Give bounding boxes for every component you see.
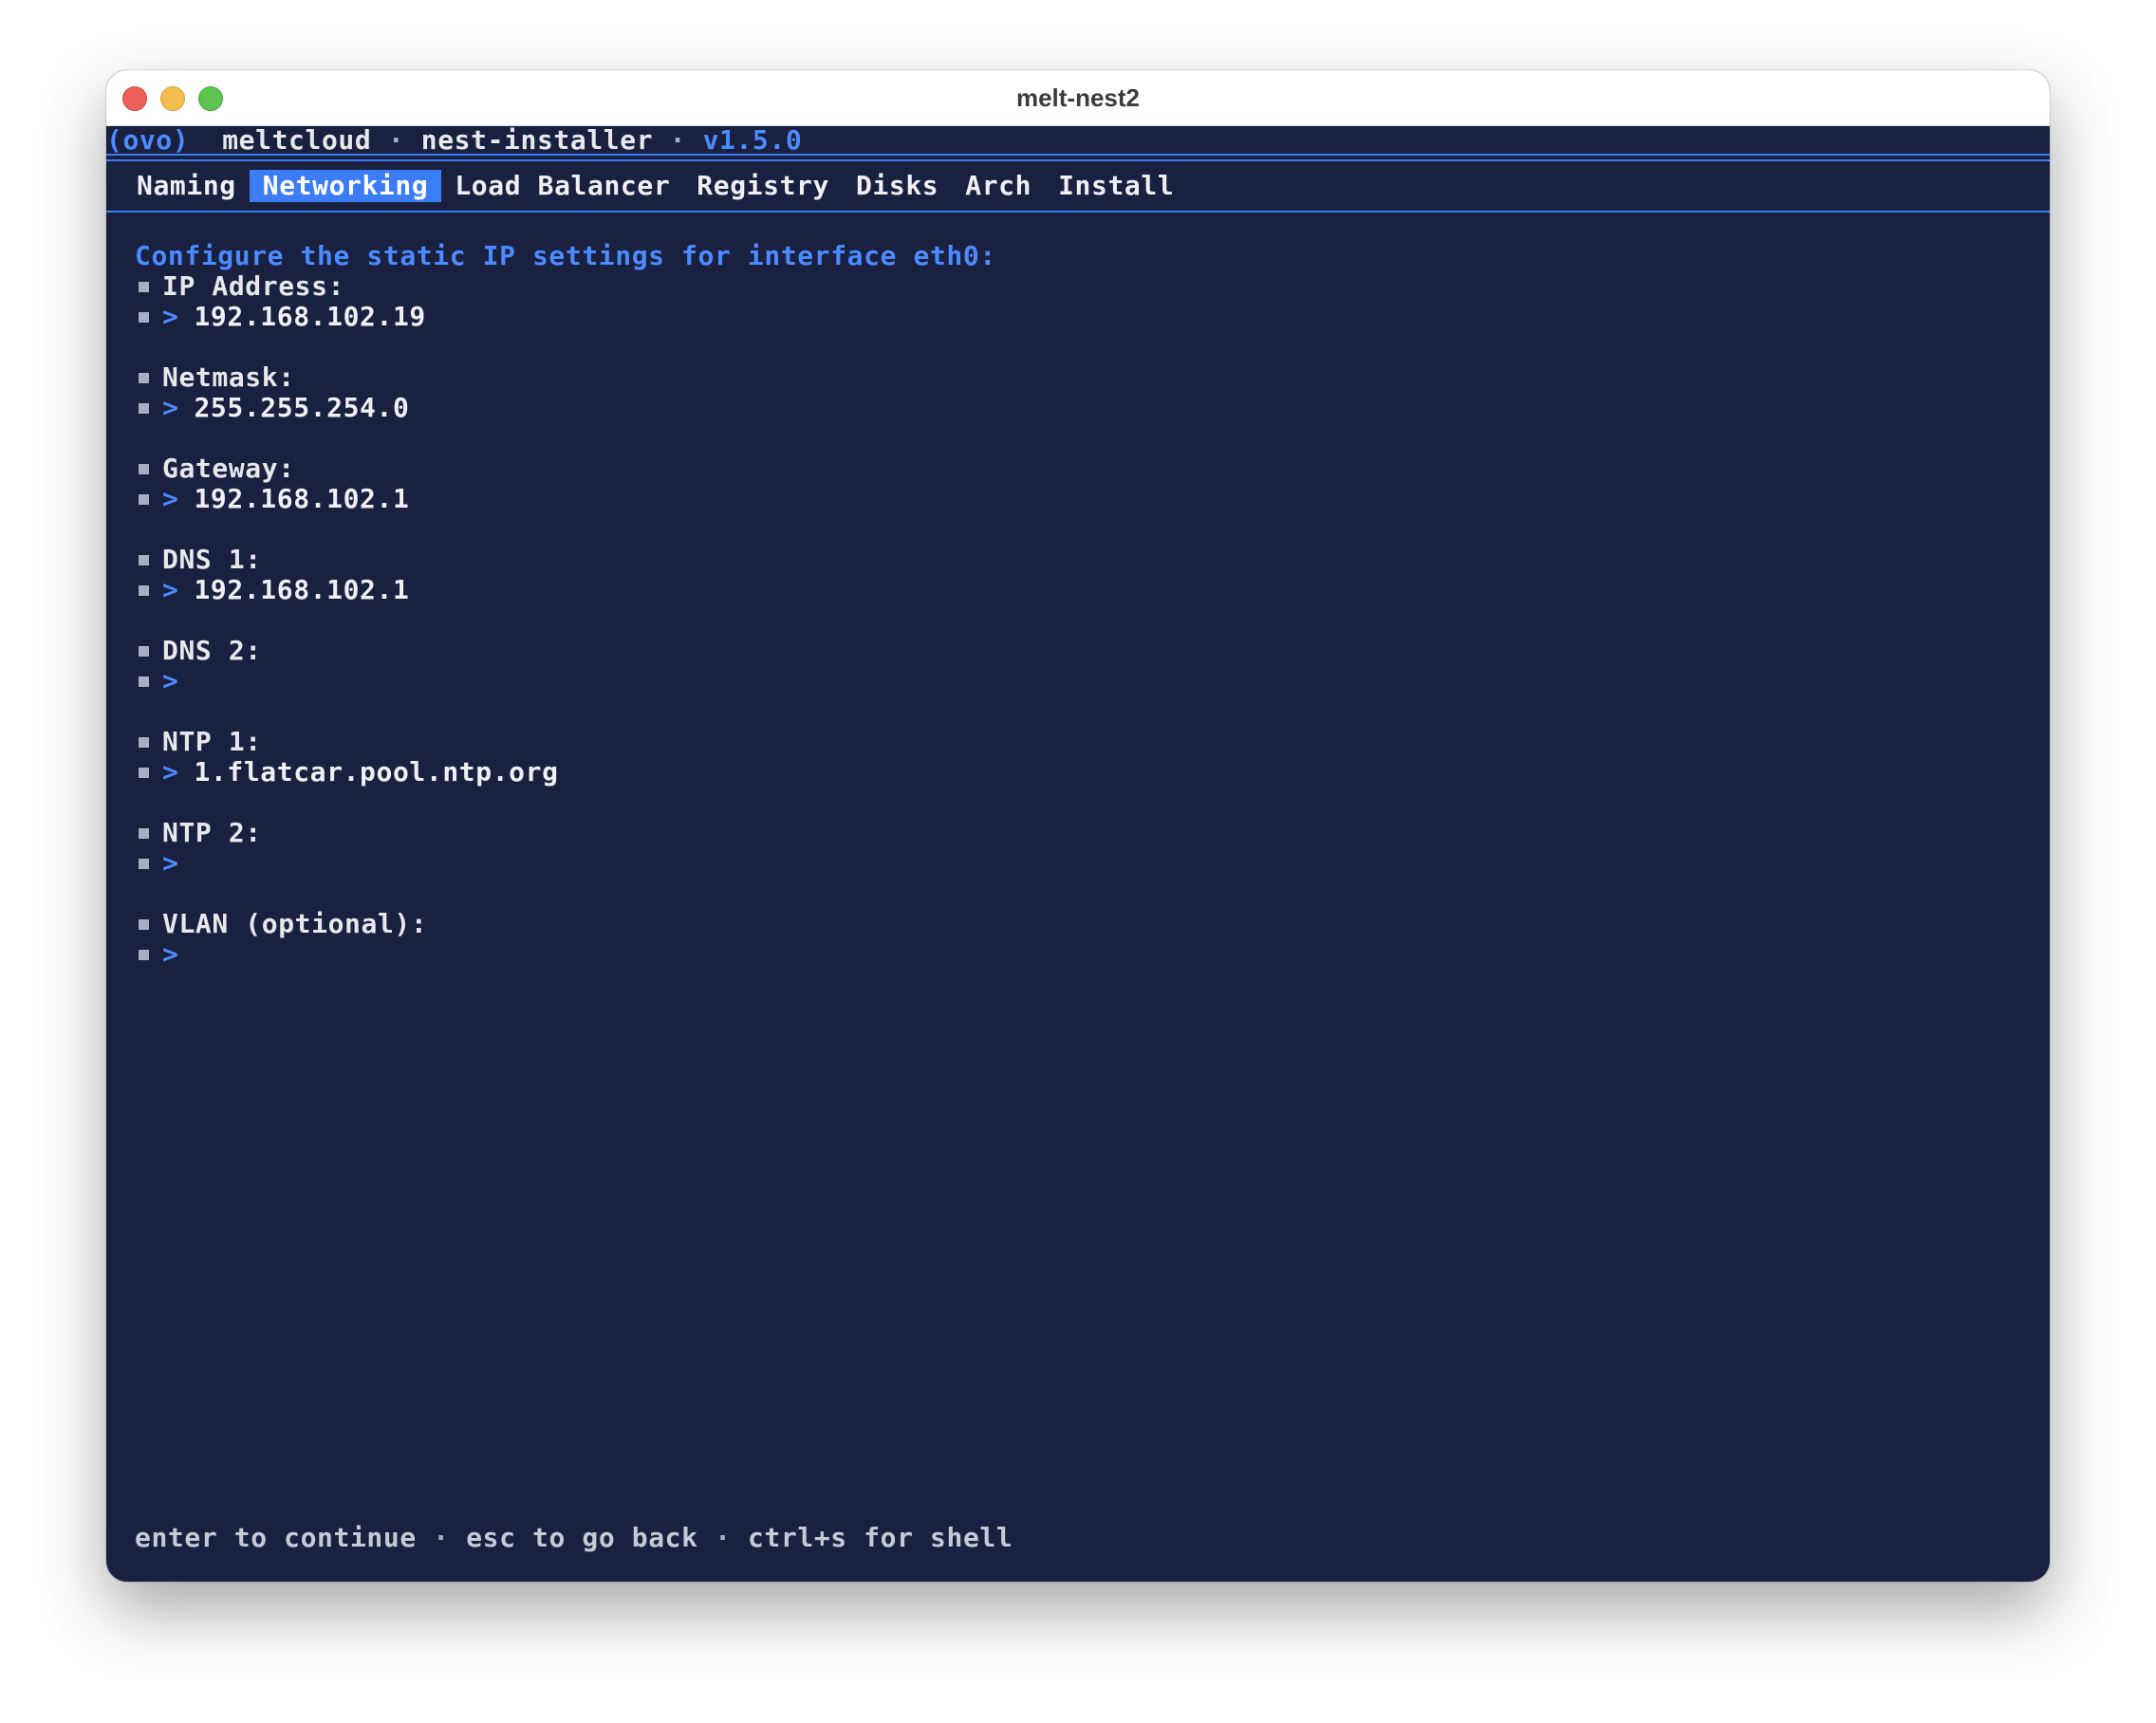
field-vlan: VLAN (optional): >	[135, 908, 1049, 970]
title-bar[interactable]: melt-nest2	[106, 70, 2050, 126]
window-title: melt-nest2	[1015, 83, 1141, 112]
bullet-icon	[139, 311, 149, 323]
hint-separator: ·	[433, 1522, 450, 1553]
ntp-2-input[interactable]	[194, 848, 1049, 879]
network-form: Configure the static IP settings for int…	[135, 240, 1049, 1000]
header-separator: ·	[387, 124, 405, 156]
app-logo: (ovo)	[106, 124, 190, 156]
tab-naming[interactable]: Naming	[135, 170, 250, 202]
terminal[interactable]: (ovo) meltcloud · nest-installer · v1.5.…	[106, 125, 2050, 1582]
tab-install[interactable]: Install	[1045, 170, 1187, 202]
field-label: IP Address:	[162, 270, 345, 302]
ip-address-input[interactable]	[194, 302, 1049, 332]
field-label: VLAN (optional):	[162, 908, 428, 939]
bullet-icon	[139, 493, 149, 505]
field-ip-address: IP Address: >	[135, 270, 1049, 332]
field-dns-1: DNS 1: >	[135, 544, 1049, 605]
bullet-icon	[139, 736, 149, 748]
field-ntp-2: NTP 2: >	[135, 817, 1049, 879]
header-separator: ·	[669, 124, 687, 156]
dns-2-input[interactable]	[194, 666, 1049, 696]
app-header: (ovo) meltcloud · nest-installer · v1.5.…	[106, 125, 802, 156]
bullet-icon	[139, 554, 149, 565]
field-label: NTP 1:	[162, 726, 262, 757]
dns-1-input[interactable]	[194, 575, 1049, 605]
tab-arch[interactable]: Arch	[952, 170, 1045, 202]
prompt-chevron-icon: >	[162, 574, 179, 605]
field-gateway: Gateway: >	[135, 453, 1049, 514]
bullet-icon	[139, 584, 149, 596]
hint-back: esc to go back	[466, 1522, 698, 1553]
bullet-icon	[139, 463, 149, 474]
bullet-icon	[139, 858, 149, 869]
step-tabs: Naming Networking Load Balancer Registry…	[135, 167, 1187, 205]
keyboard-hints: enter to continue · esc to go back · ctr…	[135, 1523, 1013, 1553]
prompt-chevron-icon: >	[162, 938, 179, 970]
hint-separator: ·	[715, 1522, 732, 1553]
bullet-icon	[139, 281, 149, 292]
field-netmask: Netmask: >	[135, 361, 1049, 423]
bullet-icon	[139, 676, 149, 687]
gateway-input[interactable]	[194, 484, 1049, 514]
bullet-icon	[139, 949, 149, 960]
hint-shell: ctrl+s for shell	[748, 1522, 1013, 1553]
bullet-icon	[139, 402, 149, 414]
bullet-icon	[139, 645, 149, 657]
bullet-icon	[139, 767, 149, 778]
tabs-top-divider	[106, 159, 2050, 161]
field-label: DNS 1:	[162, 544, 262, 575]
bullet-icon	[139, 372, 149, 383]
prompt-chevron-icon: >	[162, 847, 179, 879]
header-divider	[106, 154, 2050, 156]
prompt-chevron-icon: >	[162, 301, 179, 332]
prompt-chevron-icon: >	[162, 756, 179, 787]
tab-registry[interactable]: Registry	[683, 170, 843, 202]
ntp-1-input[interactable]	[194, 757, 1049, 787]
bullet-icon	[139, 918, 149, 930]
product-name: nest-installer	[420, 124, 654, 156]
field-label: Gateway:	[162, 453, 295, 484]
prompt-chevron-icon: >	[162, 665, 179, 696]
vlan-input[interactable]	[194, 939, 1049, 970]
field-label: NTP 2:	[162, 817, 262, 848]
bullet-icon	[139, 827, 149, 839]
tabs-bottom-divider	[106, 211, 2050, 213]
field-ntp-1: NTP 1: >	[135, 726, 1049, 787]
field-dns-2: DNS 2: >	[135, 635, 1049, 696]
prompt-chevron-icon: >	[162, 392, 179, 423]
tab-networking[interactable]: Networking	[249, 170, 442, 202]
tab-load-balancer[interactable]: Load Balancer	[441, 170, 683, 202]
prompt-chevron-icon: >	[162, 483, 179, 514]
field-label: DNS 2:	[162, 635, 262, 666]
app-name: meltcloud	[222, 124, 372, 156]
tab-disks[interactable]: Disks	[843, 170, 952, 202]
app-window: melt-nest2 (ovo) meltcloud · nest-instal…	[106, 70, 2050, 1582]
field-label: Netmask:	[162, 361, 295, 393]
hint-continue: enter to continue	[135, 1522, 417, 1553]
form-title: Configure the static IP settings for int…	[135, 240, 996, 271]
version-label: v1.5.0	[702, 124, 803, 156]
netmask-input[interactable]	[194, 393, 1049, 423]
